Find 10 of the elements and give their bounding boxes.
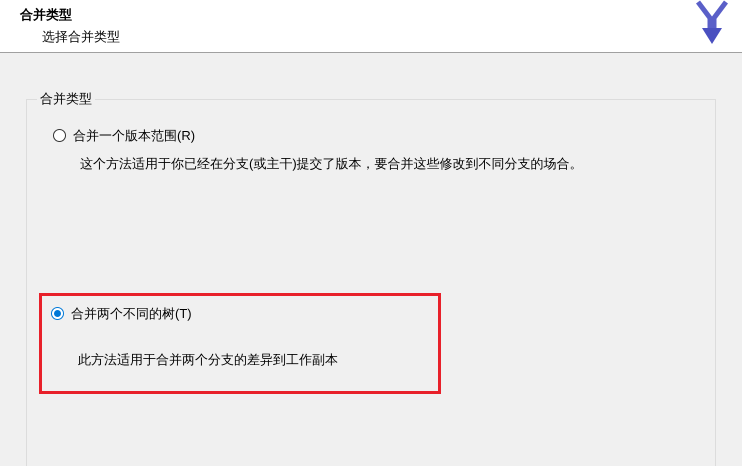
option-description: 这个方法适用于你已经在分支(或主干)提交了版本，要合并这些修改到不同分支的场合。 xyxy=(80,154,583,173)
page-title: 合并类型 xyxy=(20,6,73,24)
option-description: 此方法适用于合并两个分支的差异到工作副本 xyxy=(78,350,338,368)
radio-label[interactable]: 合并两个不同的树(T) xyxy=(71,304,192,324)
merge-arrows-icon xyxy=(694,0,730,46)
page-subtitle: 选择合并类型 xyxy=(42,28,120,46)
radio-button[interactable] xyxy=(53,129,66,142)
group-label: 合并类型 xyxy=(37,91,95,107)
radio-button[interactable] xyxy=(51,307,64,320)
radio-label[interactable]: 合并一个版本范围(R) xyxy=(73,126,196,146)
